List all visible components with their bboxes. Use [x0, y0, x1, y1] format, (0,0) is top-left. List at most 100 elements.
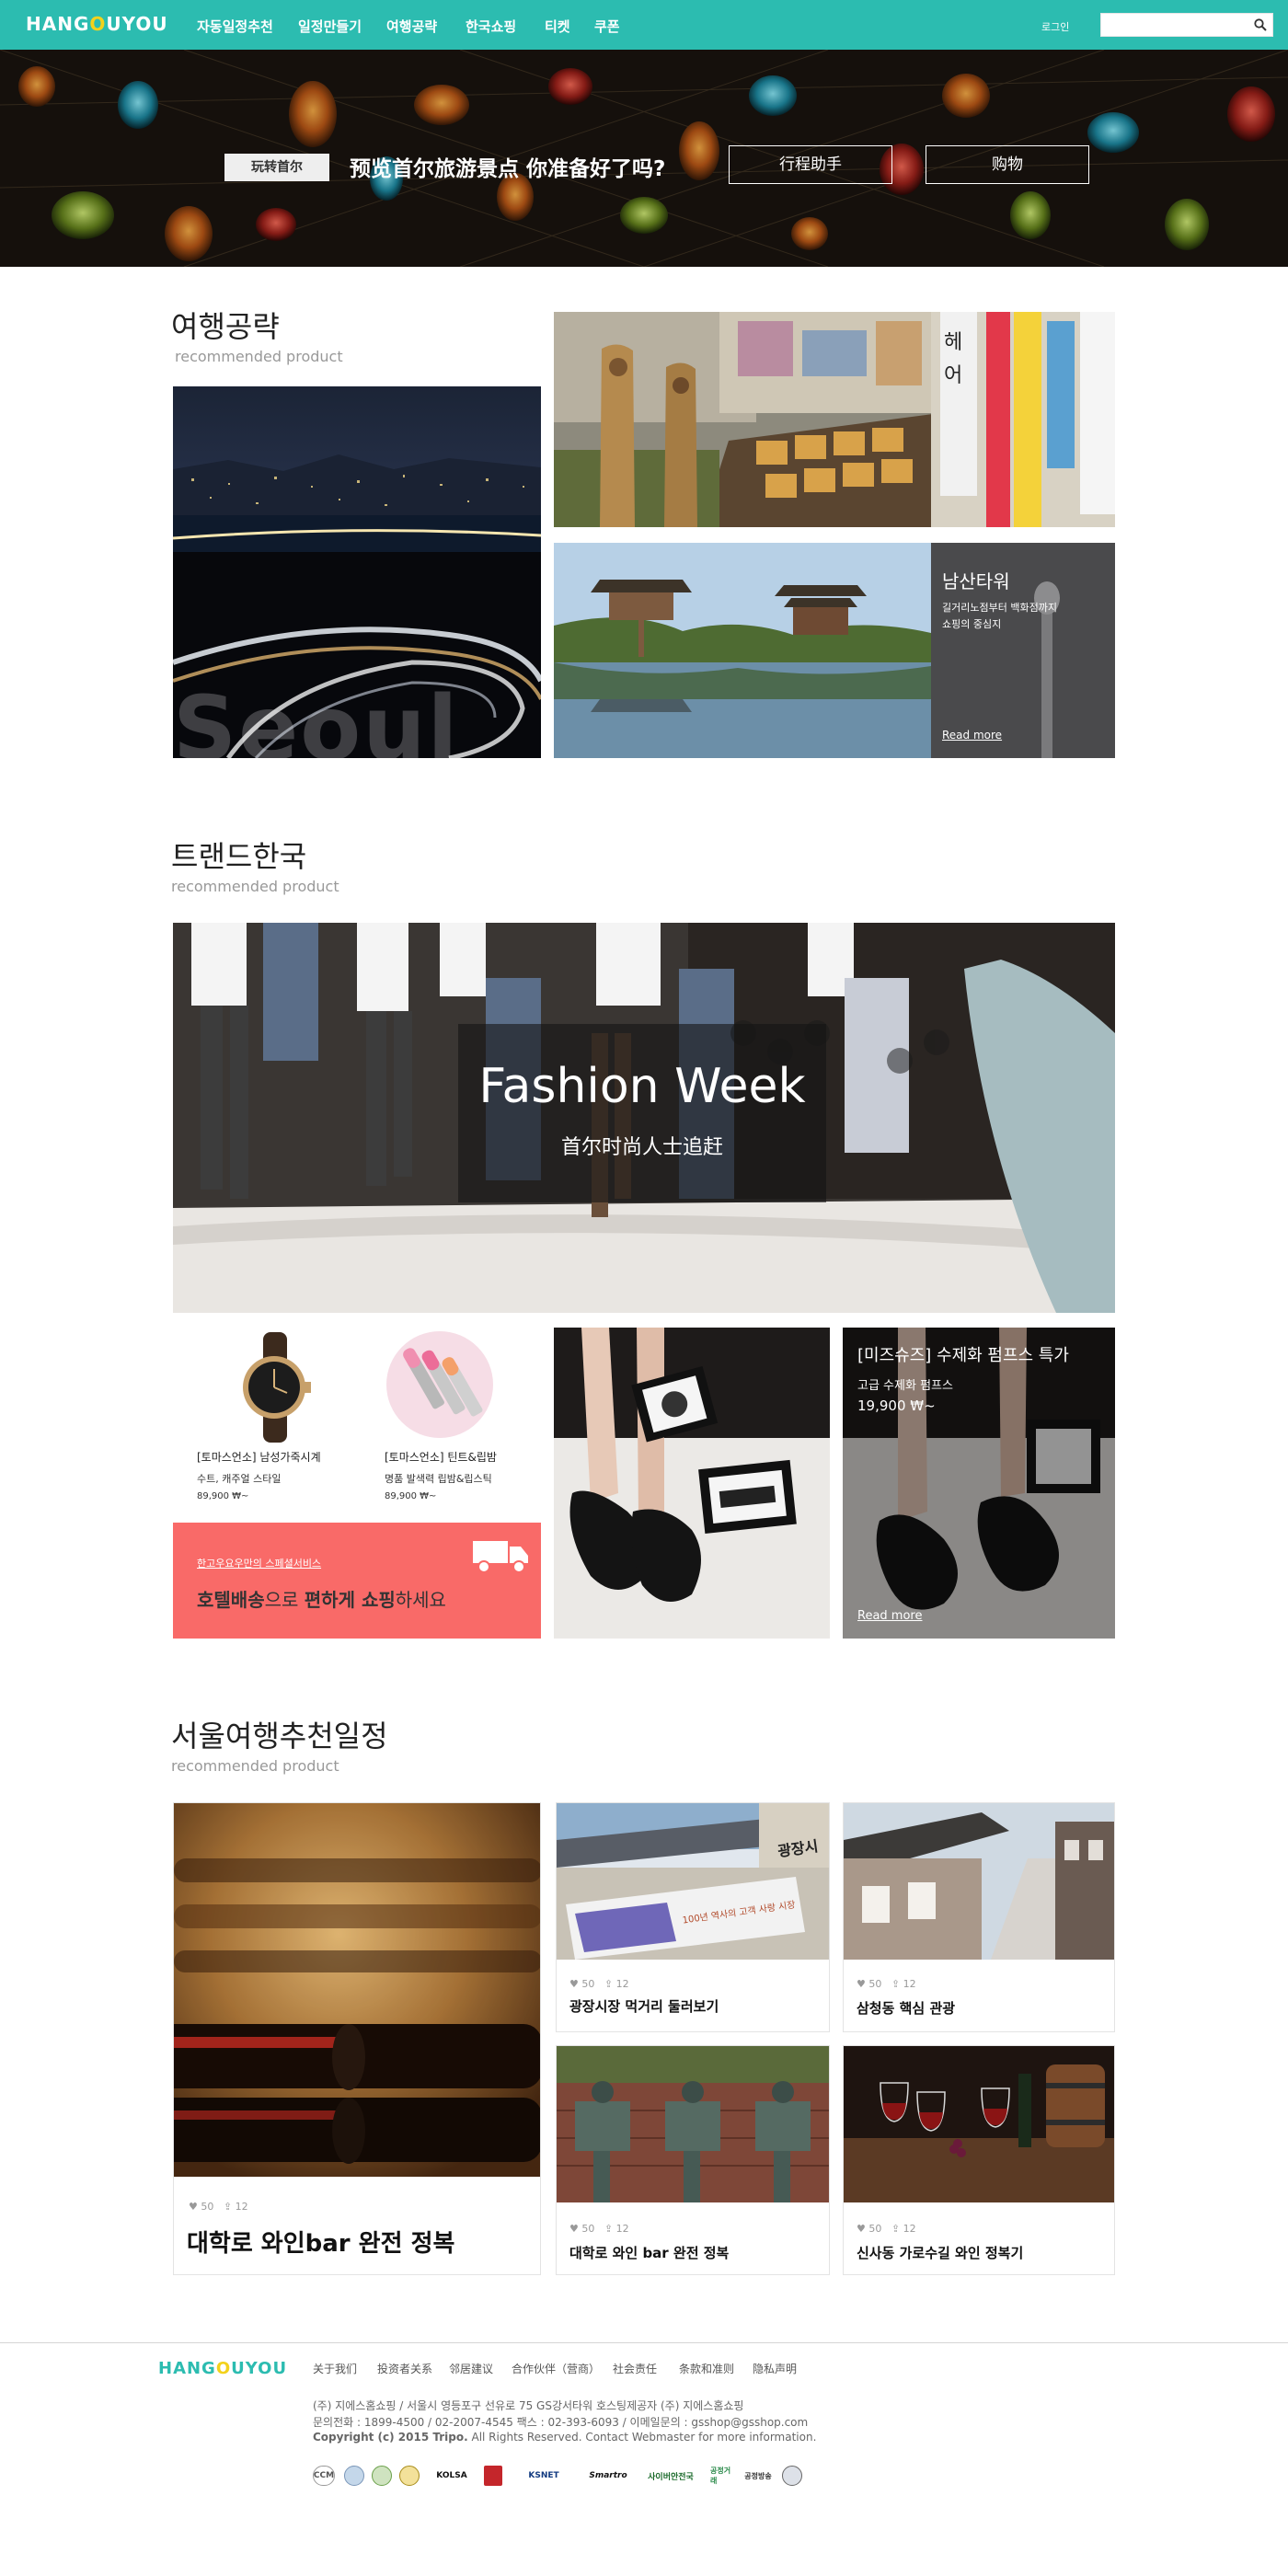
share-icon[interactable]: ⇪	[891, 1978, 900, 1990]
login-link[interactable]: 로그인	[1041, 19, 1069, 34]
logo-text: HANG	[26, 13, 90, 35]
product-watch[interactable]: [토마스언소] 남성가죽시계 수트, 캐주얼 스타일 89,900 ₩~	[173, 1328, 357, 1521]
share-icon[interactable]: ⇪	[891, 2223, 900, 2235]
footer-copyright: Copyright (c) 2015 Tripo. All Rights Res…	[313, 2431, 816, 2444]
svg-text:어: 어	[944, 364, 962, 387]
hotel-delivery-banner[interactable]: 한고우요우만의 스페셜서비스 호텔배송으로 편하게 쇼핑하세요	[173, 1523, 541, 1639]
nav-travel-guide[interactable]: 여행공략	[386, 17, 437, 36]
itinerary-card-daehakro[interactable]: ♥ 50 ⇪ 12 대학로 와인 bar 완전 정복	[556, 2045, 830, 2275]
daehakro-statues-photo	[557, 2046, 829, 2202]
footer-link-responsibility[interactable]: 社会责任	[613, 2361, 657, 2376]
card-title: 광장시장 먹거리 둘러보기	[569, 1998, 719, 2015]
itinerary-card-wine-bar[interactable]: ♥ 50 ⇪ 12 대학로 와인bar 완전 정복	[173, 1802, 541, 2275]
seoul-night-photo[interactable]: Seoul	[173, 386, 541, 758]
product-watch-desc: 수트, 캐주얼 스타일	[197, 1473, 282, 1485]
shoes-illustration	[554, 1328, 830, 1639]
mizushoes-promo[interactable]: [미즈슈즈] 수제화 펌프스 특가 고급 수제화 펌프스 19,900 ₩~ R…	[843, 1328, 1115, 1639]
logo-text: O	[89, 13, 107, 35]
share-icon[interactable]: ⇪	[604, 2223, 613, 2235]
product-watch-name: [토마스언소] 남성가죽시계	[197, 1451, 321, 1464]
share-count: 12	[235, 2201, 248, 2213]
itinerary-card-market[interactable]: 광장시 100년 역사의 고객 사랑 시장 ♥ 50 ⇪ 12 광장시장 먹거리…	[556, 1802, 830, 2032]
ksnet-badge: KSNET	[528, 2471, 559, 2480]
card-title: 신사동 가로수길 와인 정복기	[857, 2245, 1024, 2261]
card-meta: ♥ 50 ⇪ 12	[189, 2201, 248, 2213]
itinerary-card-sinsa[interactable]: ♥ 50 ⇪ 12 신사동 가로수길 와인 정복기	[843, 2045, 1115, 2275]
footer-divider	[0, 2342, 1288, 2343]
gyeongbokgung-photo[interactable]: 남산타워 길거리노점부터 백화점까지 쇼핑의 중심지 Read more	[554, 543, 1115, 758]
svg-text:헤: 헤	[944, 331, 962, 354]
site-logo[interactable]: HANGOUYOU	[26, 13, 168, 35]
logo-text: U	[106, 13, 122, 35]
heart-icon[interactable]: ♥	[569, 2223, 579, 2235]
footer-link-about[interactable]: 关于我们	[313, 2361, 357, 2376]
search-box	[1100, 13, 1273, 37]
share-icon[interactable]: ⇪	[604, 1978, 613, 1990]
delivery-main-text: 호텔배송으로 편하게 쇼핑하세요	[197, 1585, 446, 1612]
logo-text: YOU	[245, 2359, 288, 2378]
heart-icon[interactable]: ♥	[857, 1978, 866, 1990]
like-count: 50	[581, 1978, 595, 1990]
street-market-photo[interactable]: 헤어	[554, 312, 1115, 527]
product-lip-tint-desc: 명품 발색력 립밤&립스틱	[385, 1473, 492, 1485]
product-lip-tint-name: [토마스언소] 틴트&립밤	[385, 1451, 497, 1464]
footer-link-privacy[interactable]: 隐私声明	[753, 2361, 797, 2376]
cert-seal-4-icon	[782, 2466, 802, 2486]
top-navigation-bar: HANGOUYOU 자동일정추천 일정만들기 여행공략 한국쇼핑 티켓 쿠폰 로…	[0, 0, 1288, 50]
delivery-small-text: 한고우요우만의 스페셜서비스	[197, 1558, 322, 1570]
delivery-text: 으로	[264, 1589, 305, 1611]
card-meta: ♥ 50 ⇪ 12	[857, 1978, 916, 1990]
itinerary-card-samcheong[interactable]: ♥ 50 ⇪ 12 삼청동 핵심 관광	[843, 1802, 1115, 2032]
share-count: 12	[903, 2223, 916, 2235]
copyright-bold: Copyright (c) 2015 Tripo.	[313, 2431, 468, 2444]
footer-link-terms[interactable]: 条款和准则	[679, 2361, 734, 2376]
search-icon[interactable]	[1254, 18, 1267, 31]
footer-link-partners[interactable]: 合作伙伴（营商）	[512, 2361, 600, 2376]
nav-tickets[interactable]: 티켓	[545, 17, 570, 36]
footer-logo[interactable]: HANGOUYOU	[158, 2359, 287, 2378]
heart-icon[interactable]: ♥	[189, 2201, 198, 2213]
fashion-week-subtitle: 首尔时尚人士追赶	[560, 1136, 723, 1159]
search-input[interactable]	[1105, 17, 1243, 33]
market-gate-illustration	[557, 1803, 829, 1960]
namsan-read-more-link[interactable]: Read more	[942, 729, 1002, 742]
travel-section-title: 여행공략	[171, 309, 280, 344]
wine-glasses-photo	[844, 2046, 1114, 2202]
logo-text: HANG	[158, 2359, 216, 2378]
nav-korea-shopping[interactable]: 한국쇼핑	[466, 17, 516, 36]
mizushoes-price: 19,900 ₩~	[857, 1397, 936, 1414]
share-icon[interactable]: ⇪	[224, 2201, 232, 2213]
footer-link-suggestions[interactable]: 邻居建议	[449, 2361, 493, 2376]
heart-icon[interactable]: ♥	[569, 1978, 579, 1990]
mizushoes-read-more-link[interactable]: Read more	[857, 1609, 922, 1623]
shopping-button[interactable]: 购物	[926, 145, 1089, 184]
shoes-photo[interactable]	[554, 1328, 830, 1639]
market-illustration: 헤어	[554, 312, 1115, 527]
namsan-tower-desc-2: 쇼핑의 중심지	[942, 618, 1002, 630]
card-title: 삼청동 핵심 관광	[857, 2000, 956, 2017]
hero-banner: 玩转首尔 预览首尔旅游景点 你准备好了吗? 行程助手 购物	[0, 50, 1288, 267]
nav-make-itinerary[interactable]: 일정만들기	[298, 17, 362, 36]
watch-icon	[243, 1332, 311, 1443]
card-title: 대학로 와인bar 완전 정복	[187, 2230, 455, 2258]
share-count: 12	[615, 1978, 629, 1990]
itinerary-helper-button[interactable]: 行程助手	[729, 145, 892, 184]
nav-coupons[interactable]: 쿠폰	[594, 17, 620, 36]
footer-link-investors[interactable]: 投资者关系	[377, 2361, 432, 2376]
product-lip-tint[interactable]: [토마스언소] 틴트&립밤 명품 발색력 립밤&립스틱 89,900 ₩~	[361, 1328, 545, 1521]
like-count: 50	[868, 2223, 882, 2235]
wine-bottles-photo	[174, 1803, 540, 2177]
itinerary-section-subtitle: recommended product	[171, 1757, 339, 1775]
share-count: 12	[903, 1978, 916, 1990]
trend-section-subtitle: recommended product	[171, 878, 339, 895]
logo-text: YOU	[121, 13, 168, 35]
heart-icon[interactable]: ♥	[857, 2223, 866, 2235]
mizushoes-title: [미즈슈즈] 수제화 펌프스 특가	[857, 1346, 1069, 1365]
logo-text: O	[215, 2359, 232, 2378]
fashion-week-banner[interactable]: Fashion Week 首尔时尚人士追赶	[173, 923, 1115, 1313]
kisa-flag-icon	[484, 2466, 502, 2486]
cert-seal-1-icon	[344, 2466, 364, 2486]
nav-auto-recommend[interactable]: 자동일정추천	[197, 17, 273, 36]
cert-seal-3-icon	[399, 2466, 420, 2486]
fair-trade-badge: 공정거래	[710, 2467, 731, 2485]
